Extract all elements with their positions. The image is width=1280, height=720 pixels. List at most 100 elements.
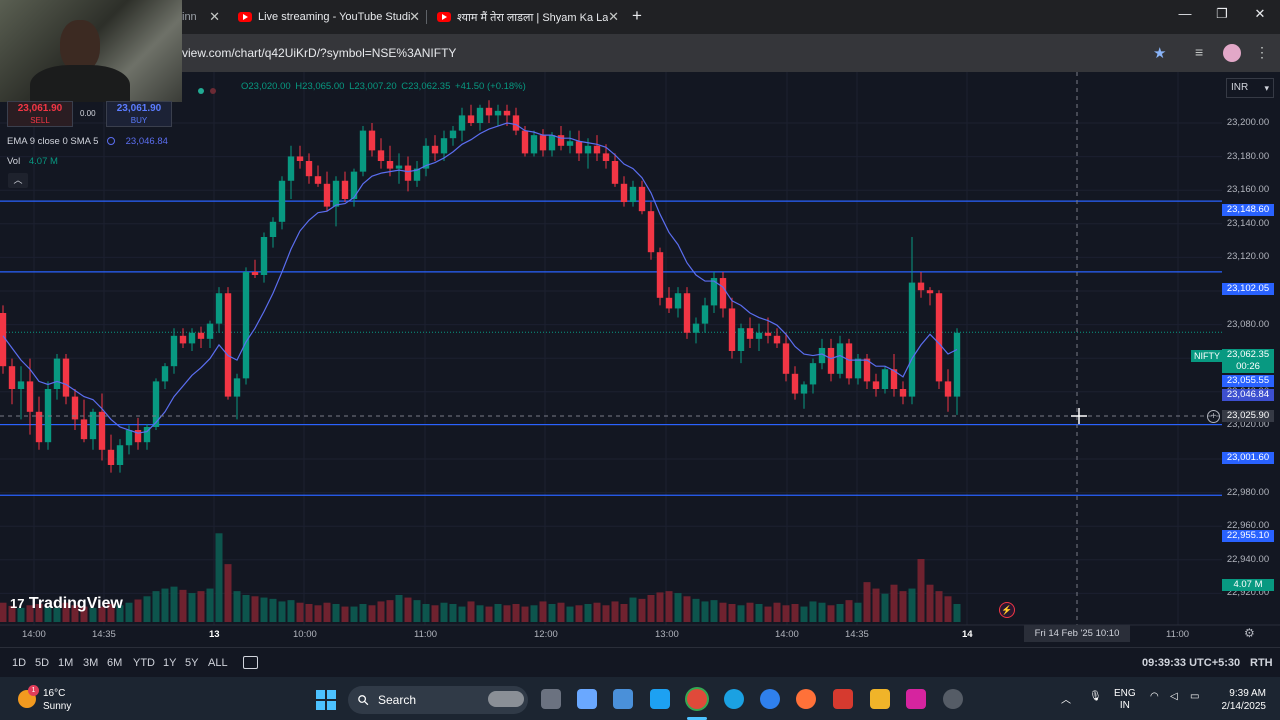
file-explorer-icon[interactable] [870,689,890,709]
candle-body [494,110,502,116]
tab-youtube-song[interactable]: श्याम मैं तेरा लाडला | Shyam Ka La ✕ [437,4,619,30]
ema-legend[interactable]: EMA 9 close 0 SMA 5 23,046.84 [7,136,168,147]
candle-body [116,445,124,465]
add-alert-plus-icon[interactable]: + [1207,410,1220,423]
session-rth[interactable]: RTH [1250,657,1273,669]
maximize-icon[interactable]: ❐ [1212,6,1232,22]
candle-body [629,186,637,203]
range-1y[interactable]: 1Y [163,657,176,669]
minimize-icon[interactable]: — [1175,6,1195,21]
volume-bar [584,604,592,622]
time-label: 11:00 [1166,629,1190,640]
candle-body [125,430,133,446]
close-tab-icon[interactable]: ✕ [608,9,619,25]
close-tab-icon[interactable]: ✕ [209,9,220,25]
volume-bar [791,604,799,622]
time-label: 13:00 [655,629,679,640]
range-1m[interactable]: 1M [58,657,73,669]
new-tab-icon[interactable]: + [632,6,642,26]
candle-body [269,221,277,237]
copilot-icon[interactable] [577,689,597,709]
sell-button[interactable]: 23,061.90 SELL [7,101,73,127]
candle-body [368,130,376,151]
volume-bar [638,598,646,622]
brave-icon[interactable] [833,689,853,709]
firefox-icon[interactable] [796,689,816,709]
chart-clock[interactable]: 09:39:33 UTC+5:30 [1142,657,1240,669]
range-ytd[interactable]: YTD [133,657,155,669]
volume-bar [521,606,529,622]
store-icon[interactable] [613,689,633,709]
volume-bar [305,604,313,622]
search-highlight-icon[interactable] [488,691,524,707]
twitter-icon[interactable] [650,689,670,709]
volume-bar [152,591,160,622]
battery-icon[interactable]: ▭ [1190,691,1199,702]
buy-label: BUY [130,116,148,125]
volume-bar [800,606,808,622]
volume-bar [269,598,277,622]
chart-settings-gear-icon[interactable]: ⚙ [1244,626,1255,640]
menu-kebab-icon[interactable]: ⋮ [1255,44,1269,61]
tab-youtube-studio[interactable]: Live streaming - YouTube Studi ✕ [238,4,420,30]
telegram-icon[interactable] [760,689,780,709]
volume-bar [341,606,349,622]
edge-icon[interactable] [724,689,744,709]
bookmark-star-icon[interactable]: ★ [1153,44,1166,62]
volume-icon[interactable]: ◁ [1170,691,1178,702]
candle-body [431,145,439,154]
range-5y[interactable]: 5Y [185,657,198,669]
calendar-icon[interactable] [243,656,258,669]
volume-bar [539,601,547,622]
taskbar-clock[interactable]: 9:39 AM 2/14/2025 [1204,687,1267,713]
close-tab-icon[interactable]: ✕ [409,9,420,25]
candle-body [539,135,547,151]
buy-button[interactable]: 23,061.90 BUY [106,101,172,127]
volume-bar [233,591,241,622]
volume-bar [746,602,754,622]
range-6m[interactable]: 6M [107,657,122,669]
volume-bar [755,604,763,622]
candle-body [845,343,853,379]
language-indicator[interactable]: ENG IN [1114,688,1136,712]
temperature: 16°C [43,688,66,699]
range-3m[interactable]: 3M [83,657,98,669]
hline-label: 23,148.60 [1222,204,1274,216]
candlestick-chart[interactable] [0,72,1280,647]
volume-bar [611,601,619,622]
windows-start-icon[interactable] [316,690,336,710]
candle-body [314,176,322,184]
task-view-icon[interactable] [541,689,561,709]
tab-tradingview[interactable]: inn ✕ [182,4,222,30]
candle-body [53,358,61,389]
candle-body [872,381,880,389]
range-all[interactable]: ALL [208,657,228,669]
browser-tab-bar: inn ✕ Live streaming - YouTube Studi ✕ श… [0,0,1280,34]
instagram-icon[interactable] [906,689,926,709]
chrome-icon[interactable] [687,689,707,709]
wifi-icon[interactable]: ◠ [1150,691,1159,702]
candle-body [584,145,592,154]
collapse-legend-chevron-icon[interactable]: ︿ [8,173,28,188]
range-1d[interactable]: 1D [12,657,26,669]
lightning-icon[interactable]: ⚡ [999,602,1015,618]
youtube-icon [437,12,451,22]
taskbar-time: 9:39 AM [1229,688,1266,699]
media-controls-icon[interactable]: ≡ [1195,44,1203,60]
url-field[interactable]: view.com/chart/q42UiKrD/?symbol=NSE%3ANI… [182,46,456,60]
indicator-settings-icon[interactable] [107,137,115,145]
profile-avatar[interactable] [1223,44,1241,62]
currency-select[interactable]: INR [1226,78,1274,98]
candle-body [782,343,790,374]
microphone-icon[interactable]: 🎙 [1089,691,1102,702]
volume-legend[interactable]: Vol 4.07 M [7,156,58,167]
close-window-icon[interactable]: ✕ [1250,6,1270,22]
settings-gear-icon[interactable] [943,689,963,709]
range-5d[interactable]: 5D [35,657,49,669]
weather-widget[interactable]: 16°C Sunny [43,687,71,713]
crosshair-time-label: Fri 14 Feb '25 10:10 [1024,625,1130,642]
price-tick-label: 23,140.00 [1226,217,1270,229]
tray-chevron-up-icon[interactable]: ︿ [1061,691,1071,706]
price-tick-label: 23,080.00 [1226,318,1270,330]
price-tick-label: 23,160.00 [1226,184,1270,196]
